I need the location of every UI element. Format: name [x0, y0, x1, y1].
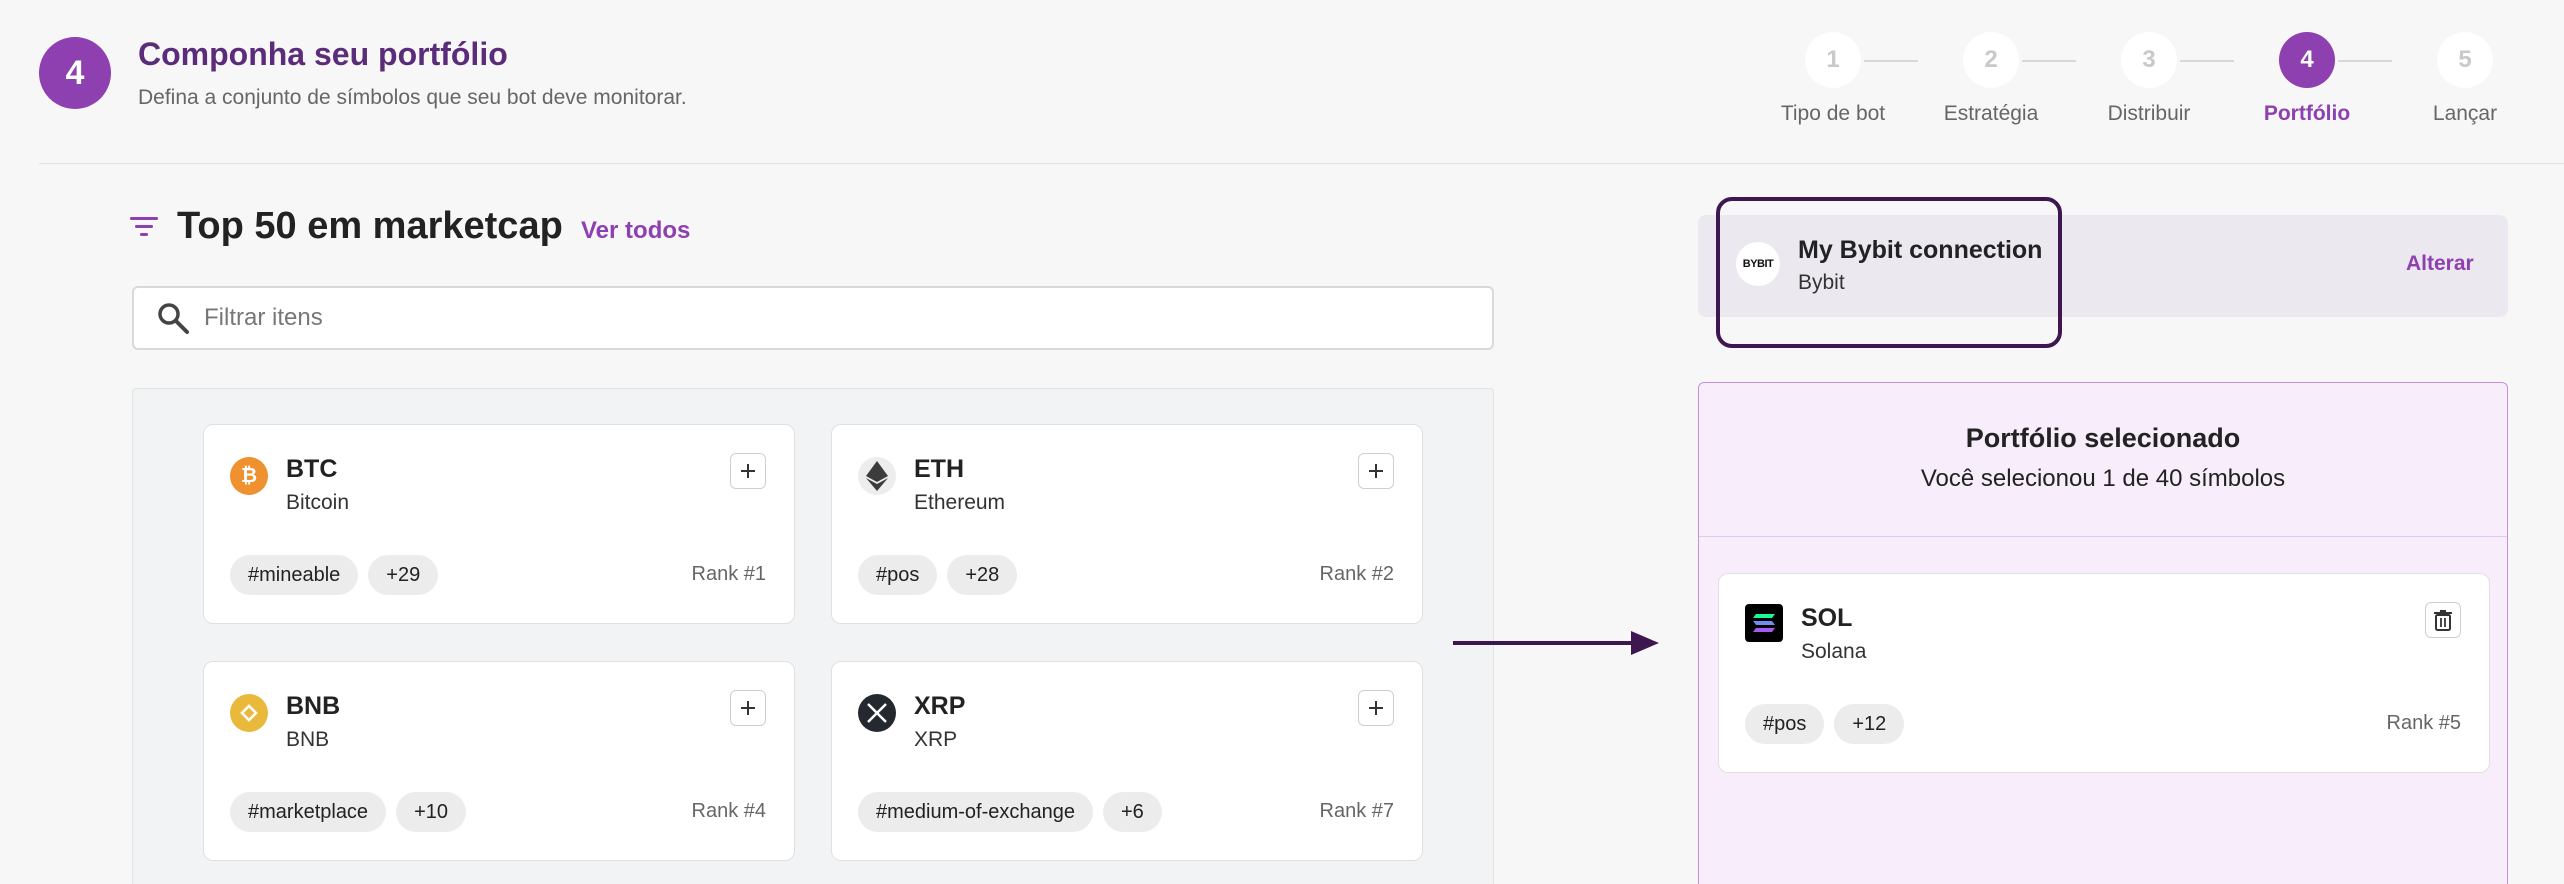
coin-symbol: ETH — [914, 455, 964, 483]
solana-icon — [1745, 604, 1783, 642]
coin-name: Bitcoin — [286, 491, 350, 514]
bnb-icon — [230, 694, 268, 732]
tag: #medium-of-exchange — [858, 792, 1093, 832]
connection-name: My Bybit connection — [1798, 236, 2043, 264]
tag: #pos — [1745, 704, 1825, 744]
tag-more[interactable]: +12 — [1834, 704, 1905, 744]
portfolio-count: Você selecionou 1 de 40 símbolos — [1920, 465, 2286, 492]
plus-icon — [1369, 464, 1383, 478]
add-button[interactable] — [1358, 690, 1394, 726]
tag-more[interactable]: +6 — [1103, 792, 1162, 832]
add-button[interactable] — [1358, 453, 1394, 489]
xrp-icon — [858, 694, 896, 732]
tag: #pos — [858, 555, 938, 595]
step-label: Estratégia — [1943, 102, 2039, 125]
ethereum-icon — [858, 457, 896, 495]
coin-name: Solana — [1801, 640, 1867, 663]
coin-card-btc[interactable]: ₿ BTC Bitcoin #mineable +29 Rank #1 — [203, 424, 795, 624]
plus-icon — [1369, 701, 1383, 715]
change-connection-button[interactable]: Alterar — [2406, 252, 2474, 276]
portfolio-divider — [1699, 536, 2507, 537]
coin-symbol: SOL — [1801, 604, 1853, 632]
tag-more[interactable]: +29 — [368, 555, 439, 595]
page-subtitle: Defina a conjunto de símbolos que seu bo… — [138, 86, 687, 109]
step-label: Portfólio — [2263, 102, 2351, 125]
coin-symbol: XRP — [914, 692, 966, 720]
coin-rank: Rank #5 — [2386, 712, 2462, 734]
step-circle: 5 — [2437, 32, 2493, 88]
step-tipo-de-bot[interactable]: 1 Tipo de bot — [1753, 32, 1913, 126]
step-lancar[interactable]: 5 Lançar — [2385, 32, 2545, 126]
plus-icon — [741, 701, 755, 715]
tag-list: #medium-of-exchange +6 — [858, 792, 1162, 832]
search-icon — [158, 303, 189, 334]
coin-rank: Rank #1 — [691, 563, 767, 585]
list-title: Top 50 em marketcap — [177, 205, 563, 247]
step-label: Tipo de bot — [1780, 102, 1886, 125]
coin-card-eth[interactable]: ETH Ethereum #pos +28 Rank #2 — [831, 424, 1423, 624]
tag-list: #pos +28 — [858, 555, 1018, 595]
step-estrategia[interactable]: 2 Estratégia — [1911, 32, 2071, 126]
tag-list: #pos +12 — [1745, 704, 1905, 744]
tag-list: #marketplace +10 — [230, 792, 466, 832]
step-circle: 3 — [2121, 32, 2177, 88]
coin-card-bnb[interactable]: BNB BNB #marketplace +10 Rank #4 — [203, 661, 795, 861]
arrow-right-icon — [1453, 631, 1659, 655]
step-circle: 2 — [1963, 32, 2019, 88]
portfolio-title: Portfólio selecionado — [1965, 423, 2241, 453]
search-box — [132, 286, 1494, 350]
coin-name: Ethereum — [914, 491, 1006, 514]
tag-list: #mineable +29 — [230, 555, 439, 595]
add-button[interactable] — [730, 453, 766, 489]
tag: #marketplace — [230, 792, 387, 832]
tag-more[interactable]: +10 — [396, 792, 466, 832]
plus-icon — [741, 464, 755, 478]
step-label: Distribuir — [2107, 102, 2191, 125]
coin-card-xrp[interactable]: XRP XRP #medium-of-exchange +6 Rank #7 — [831, 661, 1423, 861]
trash-icon — [2434, 610, 2452, 631]
selected-card-sol[interactable]: SOL Solana #pos +12 Rank #5 — [1718, 573, 2490, 773]
step-label: Lançar — [2432, 102, 2498, 125]
coin-name: XRP — [914, 728, 958, 751]
remove-button[interactable] — [2425, 602, 2461, 638]
coin-rank: Rank #7 — [1319, 800, 1395, 822]
bitcoin-icon: ₿ — [230, 457, 268, 495]
step-circle: 4 — [2279, 32, 2335, 88]
add-button[interactable] — [730, 690, 766, 726]
page-title: Componha seu portfólio — [138, 36, 508, 72]
coin-rank: Rank #4 — [691, 800, 767, 822]
search-input[interactable] — [204, 304, 1454, 332]
bybit-logo: BYBIT — [1736, 242, 1780, 286]
filter-icon[interactable] — [130, 216, 158, 238]
tag: #mineable — [230, 555, 359, 595]
see-all-link[interactable]: Ver todos — [581, 217, 690, 245]
coin-symbol: BTC — [286, 455, 338, 483]
coin-symbol: BNB — [286, 692, 341, 720]
step-badge: 4 — [39, 37, 111, 109]
stepper: 1 Tipo de bot 2 Estratégia 3 Distribuir … — [1750, 32, 2510, 132]
connection-exchange: Bybit — [1798, 271, 1845, 294]
step-distribuir[interactable]: 3 Distribuir — [2069, 32, 2229, 126]
step-circle: 1 — [1805, 32, 1861, 88]
tag-more[interactable]: +28 — [947, 555, 1018, 595]
header-divider — [39, 163, 2564, 164]
coin-rank: Rank #2 — [1319, 563, 1395, 585]
coin-name: BNB — [286, 728, 330, 751]
step-portfolio[interactable]: 4 Portfólio — [2227, 32, 2387, 126]
